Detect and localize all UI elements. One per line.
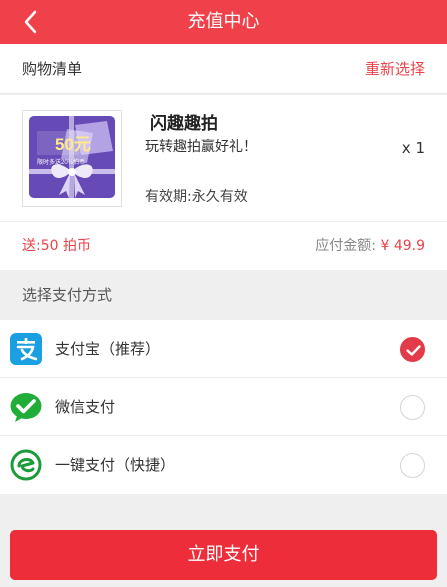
payment-label-alipay: 支付宝（推荐） (55, 340, 161, 358)
amount-value: ¥ 49.9 (380, 238, 425, 254)
product-item: 50元 限时多送20%拍币 闪趣趣拍 玩转趣拍赢好礼！ x 1 有效期:永久有效 (0, 95, 447, 222)
amount-label: 应付金额: (315, 238, 381, 254)
product-description: 玩转趣拍赢好礼！ (145, 139, 257, 155)
payment-option-wechat[interactable]: 微信支付 (0, 378, 447, 436)
radio-checked-alipay[interactable] (400, 337, 425, 362)
payment-label-wechat: 微信支付 (55, 398, 116, 416)
shopping-list-header: 购物清单 重新选择 (0, 44, 447, 94)
radio-unchecked-quickpay[interactable] (400, 453, 425, 478)
bonus-coins: 送:50 拍币 (22, 238, 91, 254)
card-value-text: 50元 (55, 135, 91, 154)
checkmark-icon (406, 345, 421, 356)
wechat-pay-icon (10, 393, 42, 422)
alipay-icon (10, 333, 42, 365)
payment-section-title: 选择支付方式 (22, 286, 113, 304)
radio-unchecked-wechat[interactable] (400, 395, 425, 420)
pay-now-button[interactable]: 立即支付 (10, 530, 437, 580)
product-quantity: x 1 (401, 139, 425, 157)
product-name: 闪趣趣拍 (150, 114, 218, 134)
quick-pay-icon (10, 449, 42, 481)
payment-option-quickpay[interactable]: 一键支付（快捷） (0, 436, 447, 494)
reselect-button[interactable]: 重新选择 (365, 59, 425, 79)
shopping-list-title: 购物清单 (22, 60, 83, 78)
product-validity: 有效期:永久有效 (145, 189, 248, 205)
product-thumbnail: 50元 限时多送20%拍币 (22, 110, 122, 207)
recharge-card-image: 50元 限时多送20%拍币 (29, 116, 115, 198)
page-title: 充值中心 (187, 11, 260, 32)
order-summary: 送:50 拍币 应付金额: ¥ 49.9 (0, 222, 447, 270)
payable-amount: 应付金额: ¥ 49.9 (315, 237, 425, 255)
payment-method-list: 支付宝（推荐） 微信支付 一键支付（快捷） (0, 320, 447, 494)
payment-option-alipay[interactable]: 支付宝（推荐） (0, 320, 447, 378)
card-note-text: 限时多送20%拍币 (37, 158, 85, 166)
top-bar: 充值中心 (0, 0, 447, 44)
payment-label-quickpay: 一键支付（快捷） (55, 456, 176, 474)
